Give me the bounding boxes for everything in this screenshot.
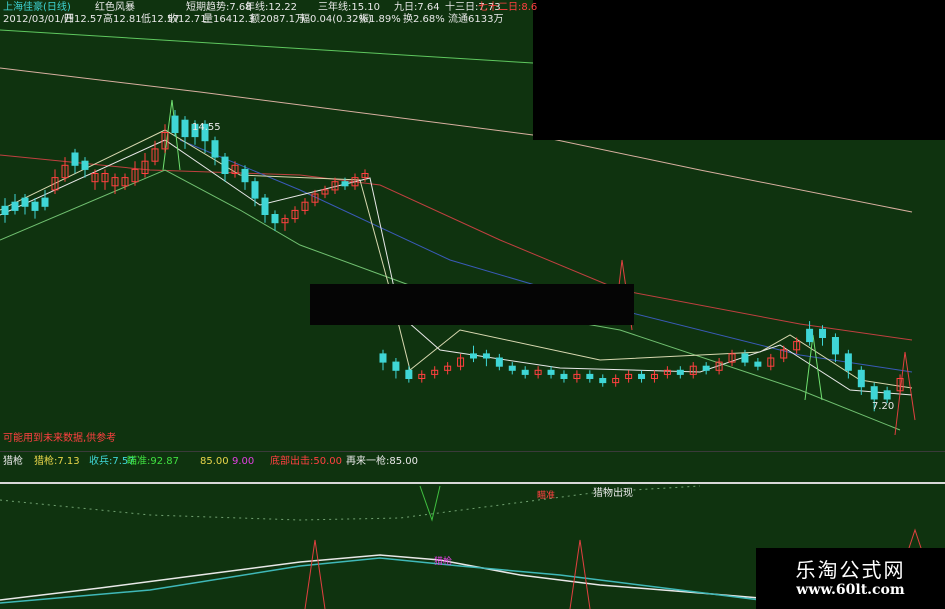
candle-body xyxy=(638,373,646,379)
candle-body xyxy=(806,328,814,343)
candle-body xyxy=(857,369,865,388)
candle-body xyxy=(171,115,179,133)
candle-body xyxy=(469,353,477,359)
ohlc-amplitude: 振1.89% xyxy=(359,14,401,25)
candle-body xyxy=(702,365,710,371)
candle-body xyxy=(379,353,387,363)
ohlc-open: 开12.57 xyxy=(64,14,103,25)
reference-line-85 xyxy=(0,482,945,484)
watermark-url: www.60lt.com xyxy=(796,582,905,598)
indicator-dip xyxy=(419,485,441,522)
candle-body xyxy=(71,152,79,166)
candle-body xyxy=(405,369,413,379)
ma-long-line xyxy=(0,29,534,64)
candle-body xyxy=(521,369,529,375)
masked-region xyxy=(310,284,634,325)
candle-body xyxy=(844,353,852,371)
candle-body xyxy=(586,373,594,379)
candle-body xyxy=(392,361,400,371)
candle-body xyxy=(181,119,189,138)
bottom-attack-value: 底部出击:50.00 xyxy=(270,456,342,467)
candle-body xyxy=(495,357,503,367)
candle-body xyxy=(261,197,269,216)
ma-nine-line xyxy=(0,139,913,396)
ohlc-turnover: 换2.68% xyxy=(403,14,445,25)
ohlc-high: 高12.81 xyxy=(103,14,142,25)
value-85: 85.00 xyxy=(200,456,229,467)
candle-body xyxy=(754,361,762,367)
watermark-title: 乐淘公式网 xyxy=(795,558,906,582)
candle-body xyxy=(211,140,219,158)
nine-day: 九日:7.64 xyxy=(394,2,440,13)
value-9: 9.00 xyxy=(232,456,255,467)
candle-body xyxy=(883,390,891,400)
candle-body xyxy=(41,197,49,207)
ohlc-amount: 额2087.1万 xyxy=(250,14,305,25)
chart-stage: 上海佳豪(日线) 红色风暴 短期趋势:7.68 年线:12.22 三年线:15.… xyxy=(0,0,945,609)
candle-body xyxy=(741,353,749,363)
ohlc-float: 流通6133万 xyxy=(448,14,504,25)
indicator-cyan-line xyxy=(0,557,761,604)
indicator-spike xyxy=(304,539,326,609)
prey-appears-label: 猎物出现 xyxy=(593,488,633,499)
candle-body xyxy=(81,160,89,170)
candle-body xyxy=(870,386,878,400)
indicator-spike xyxy=(569,539,591,609)
short-trend: 短期趋势:7.68 xyxy=(186,2,252,13)
candle-body xyxy=(21,197,29,207)
candle-body xyxy=(241,168,249,183)
candle-body xyxy=(11,201,19,211)
again-value: 再来一枪:85.00 xyxy=(346,456,418,467)
candle-body xyxy=(560,373,568,379)
candle-body xyxy=(508,365,516,371)
candle-body xyxy=(1,205,9,216)
candle-body xyxy=(819,328,827,338)
candle-body xyxy=(221,156,229,175)
candle-body xyxy=(341,181,349,187)
candle-body xyxy=(547,369,555,375)
disclaimer-text: 可能用到未来数据,供参考 xyxy=(3,433,117,444)
low-price-label: 7.20 xyxy=(872,401,895,412)
indicator-name: 红色风暴 xyxy=(95,2,135,13)
seventy-two-day: 七十二日:8.6 xyxy=(478,2,538,13)
candle-body xyxy=(676,369,684,375)
signal-spike xyxy=(804,334,823,401)
three-year-line: 三年线:15.10 xyxy=(318,2,380,13)
masked-region xyxy=(533,0,945,140)
signal-spike xyxy=(162,99,181,171)
hunt-value: 猎枪:7.13 xyxy=(34,456,80,467)
aim-marker-label: 瞄准 xyxy=(537,491,556,501)
candle-body xyxy=(482,353,490,359)
high-price-label: 14.55 xyxy=(192,122,221,133)
stock-name: 上海佳豪(日线) xyxy=(3,2,71,13)
hunt-marker-label: 猎枪 xyxy=(434,557,453,567)
candle-body xyxy=(271,214,279,224)
ohlc-close: 收12.71 xyxy=(168,14,207,25)
candle-body xyxy=(831,337,839,355)
ohlc-volume: 量16412.3 xyxy=(203,14,255,25)
year-line: 年线:12.22 xyxy=(245,2,297,13)
panel-divider xyxy=(0,451,945,452)
candle-body xyxy=(251,181,259,199)
lower-panel-name: 猎枪 xyxy=(3,456,23,467)
candle-body xyxy=(599,378,607,384)
candle-body xyxy=(31,201,39,211)
watermark: 乐淘公式网 www.60lt.com xyxy=(756,548,945,609)
aim-value: 瞄准:92.87 xyxy=(127,456,179,467)
